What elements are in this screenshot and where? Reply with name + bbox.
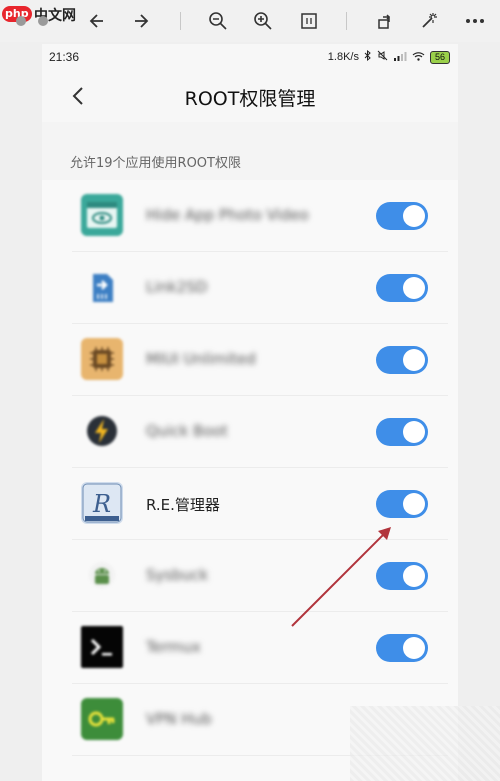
zoom-out-icon[interactable] [205,8,231,34]
rotate-icon[interactable] [372,8,398,34]
phone-screen: 21:36 1.8K/s 56 ROOT权限管理 允许19个应用使用ROOT权限 [42,44,458,781]
more-icon[interactable] [462,8,488,34]
viewer-toolbar: php 中文网 [0,0,500,42]
forward-arrow-icon[interactable] [128,8,154,34]
toolbar-separator [346,12,347,30]
fit-page-icon[interactable] [296,8,322,34]
window-dot-icon[interactable] [16,16,26,26]
magic-wand-icon[interactable] [416,8,442,34]
toolbar-separator [180,12,181,30]
window-dot-icon[interactable] [38,16,48,26]
watermark-pattern [350,706,500,781]
annotation-arrow [291,527,391,627]
back-arrow-icon[interactable] [84,8,110,34]
zoom-in-icon[interactable] [250,8,276,34]
